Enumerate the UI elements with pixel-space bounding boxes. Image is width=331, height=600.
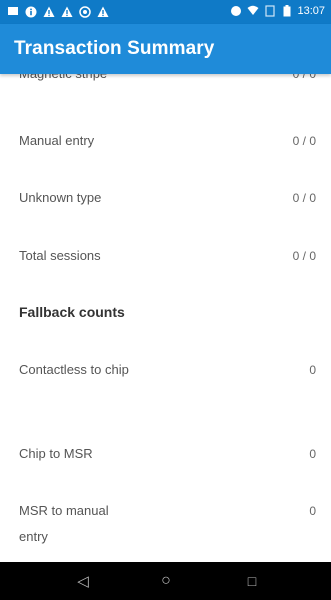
row-label: MSR to manual entry [19,503,109,544]
row-label: Total sessions [19,248,101,263]
battery-icon [280,4,293,17]
navigation-bar: ◁ ○ □ [0,562,331,600]
app-bar: Transaction Summary [0,24,331,74]
warning-icon [60,5,73,18]
location-icon [78,5,91,18]
row-value: 0 [309,447,316,461]
row-label: Unknown type [19,190,102,205]
sim-icon [263,4,276,17]
row-label: Manual entry [19,133,95,148]
system-icons: 13:07 [229,4,325,17]
back-icon: ◁ [77,573,89,590]
row-label: Chip to MSR [19,446,93,461]
row-value: 0 [309,363,316,377]
home-icon: ○ [161,572,171,589]
row-value: 0 / 0 [292,249,316,263]
recents-button[interactable]: □ [232,562,272,600]
row-label: Magnetic stripe [19,74,139,87]
message-icon [6,5,19,18]
clock: 13:07 [297,4,325,17]
page-title: Transaction Summary [14,38,215,59]
notification-icons [6,5,109,18]
wifi-icon [246,4,259,17]
warning-icon [96,5,109,18]
row-label: Contactless to chip [19,362,129,377]
row-value: 0 / 0 [292,191,316,205]
home-button[interactable]: ○ [146,562,186,600]
status-bar: 13:07 [0,0,331,24]
recents-icon: □ [247,573,257,589]
back-button[interactable]: ◁ [63,562,103,600]
row-value: 0 / 0 [292,134,316,148]
sync-icon [229,4,242,17]
info-icon [24,5,37,18]
warning-icon [42,5,55,18]
row-value: 0 [309,504,316,518]
section-header: Fallback counts [19,304,125,320]
row-value: 0 / 0 [292,74,316,81]
transaction-summary-list[interactable]: Magnetic stripe 0 / 0 Manual entry 0 / 0… [0,74,331,562]
